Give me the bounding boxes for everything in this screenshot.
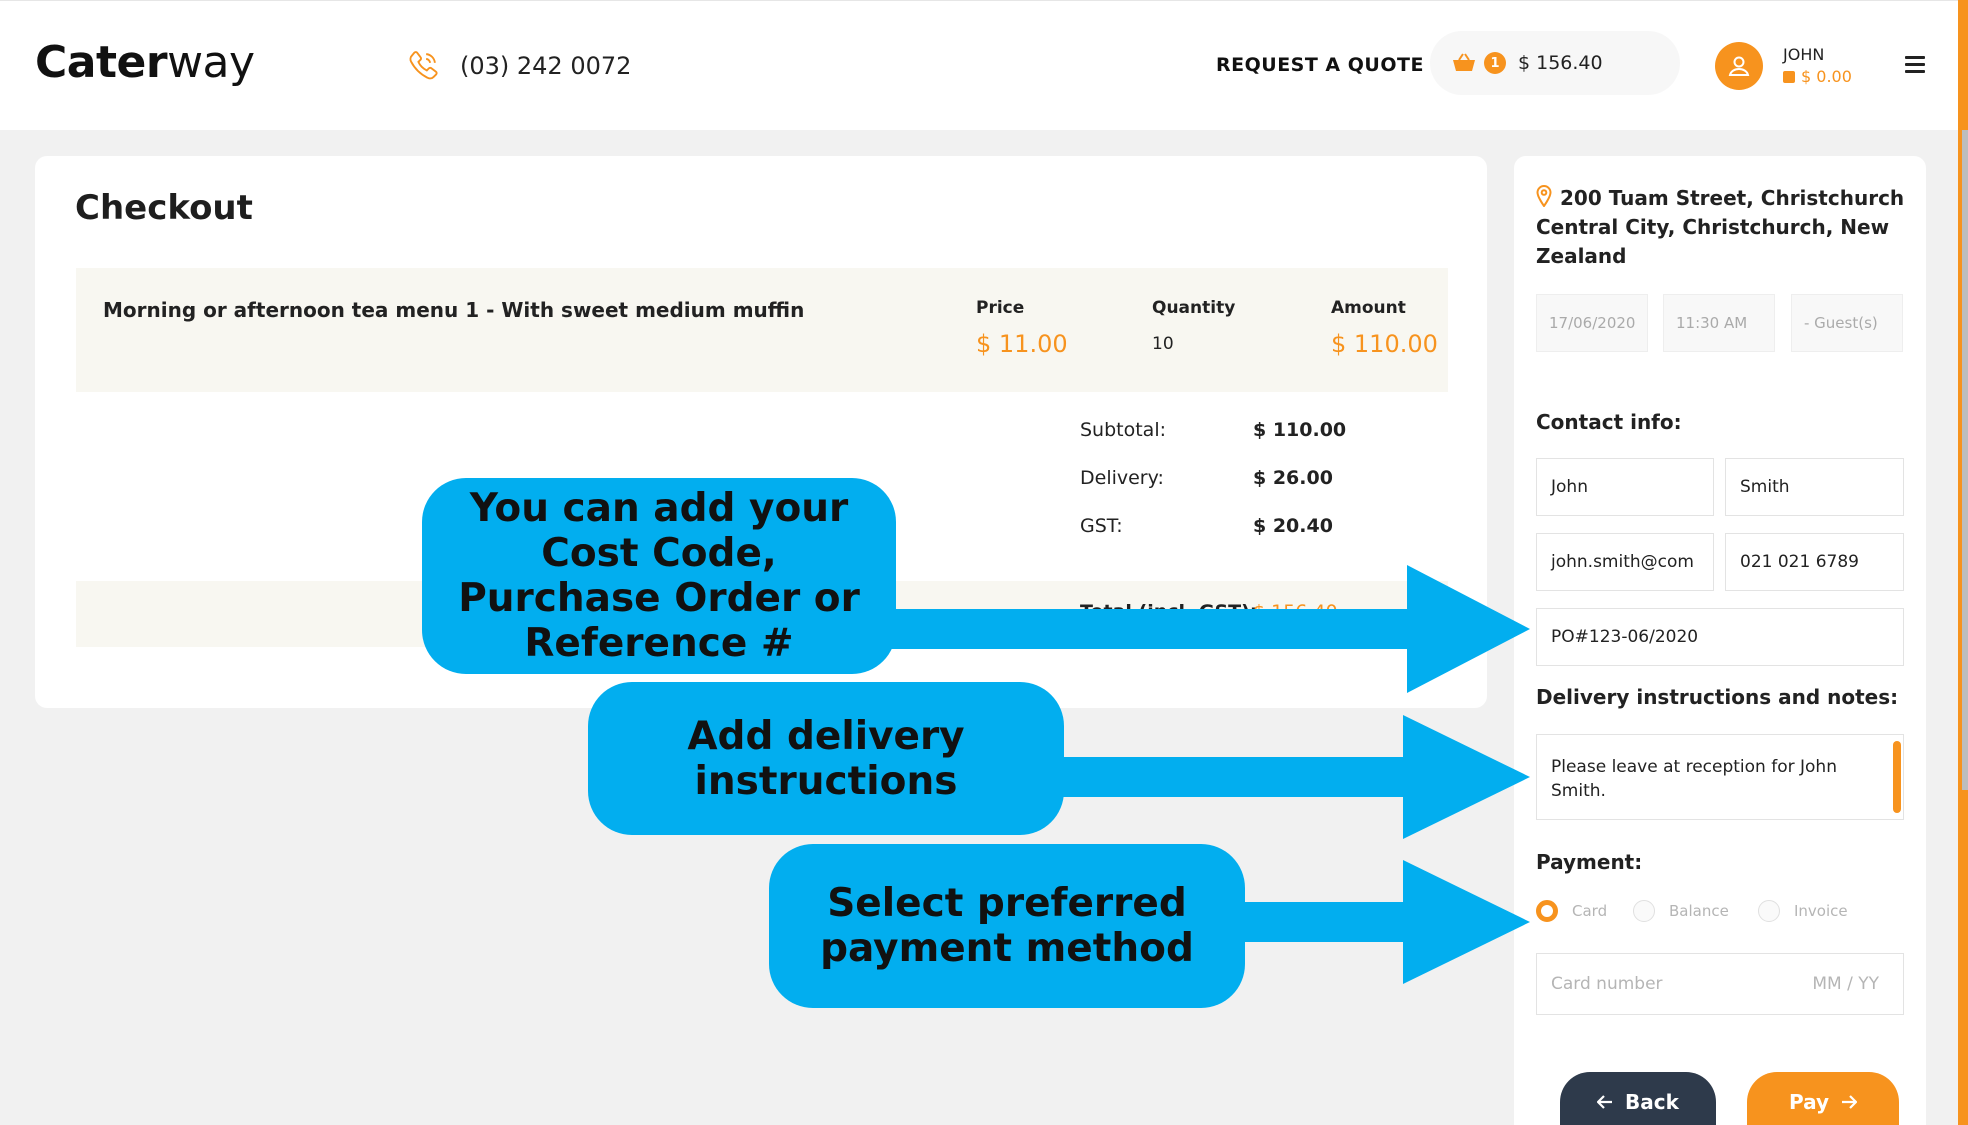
subtotal-label: Subtotal:	[1080, 419, 1167, 441]
payment-option-label: Invoice	[1794, 902, 1848, 920]
payment-title: Payment:	[1536, 850, 1643, 874]
callout-delivery: Add delivery instructions	[588, 682, 1064, 835]
price-label: Price	[976, 298, 1025, 318]
radio-selected-icon[interactable]	[1536, 900, 1558, 922]
callout-arrow-payment	[1230, 860, 1530, 984]
gst-value: $ 20.40	[1253, 515, 1333, 537]
callout-arrow-delivery	[1050, 715, 1530, 839]
back-button[interactable]: Back	[1560, 1072, 1716, 1125]
page-title: Checkout	[75, 188, 253, 228]
user-balance-value: $ 0.00	[1801, 67, 1852, 86]
card-number-placeholder: Card number	[1551, 974, 1663, 994]
back-button-label: Back	[1625, 1090, 1679, 1114]
delivery-notes-text: Please leave at reception for John Smith…	[1551, 757, 1837, 801]
request-quote-link[interactable]: REQUEST A QUOTE	[1216, 54, 1424, 76]
pay-button[interactable]: Pay	[1747, 1072, 1899, 1125]
caterway-logo[interactable]: Caterway	[35, 37, 255, 88]
payment-option-card[interactable]: Card	[1536, 900, 1607, 922]
item-name: Morning or afternoon tea menu 1 - With s…	[103, 298, 805, 322]
pay-button-label: Pay	[1788, 1090, 1830, 1114]
delivery-notes-title: Delivery instructions and notes:	[1536, 685, 1899, 709]
user-name[interactable]: JOHN	[1783, 45, 1824, 64]
item-amount: $ 110.00	[1331, 330, 1438, 358]
user-avatar[interactable]	[1715, 42, 1763, 90]
contact-info-title: Contact info:	[1536, 410, 1682, 434]
card-number-input[interactable]: Card number MM / YY	[1536, 953, 1904, 1015]
subtotal-value: $ 110.00	[1253, 419, 1347, 441]
location-pin-icon	[1536, 185, 1552, 207]
gst-label: GST:	[1080, 515, 1123, 537]
cart-count-badge: 1	[1484, 52, 1506, 74]
phone-contact[interactable]: (03) 242 0072	[404, 47, 631, 85]
item-quantity[interactable]: 10	[1152, 334, 1174, 354]
radio-icon[interactable]	[1758, 900, 1780, 922]
delivery-value: $ 26.00	[1253, 467, 1333, 489]
radio-icon[interactable]	[1633, 900, 1655, 922]
user-balance: $ 0.00	[1783, 67, 1852, 86]
hamburger-menu-icon[interactable]	[1905, 56, 1925, 77]
item-price: $ 11.00	[976, 330, 1068, 358]
expiry-input[interactable]: MM / YY	[1812, 974, 1879, 994]
user-icon	[1728, 56, 1750, 76]
arrow-right-icon	[1842, 1095, 1858, 1109]
payment-option-invoice[interactable]: Invoice	[1758, 900, 1848, 922]
payment-option-label: Card	[1572, 902, 1608, 920]
delivery-address: 200 Tuam Street, Christchurch Central Ci…	[1536, 184, 1916, 271]
order-item-row: Morning or afternoon tea menu 1 - With s…	[76, 268, 1448, 392]
phone-icon	[409, 51, 438, 80]
arrow-left-icon	[1597, 1095, 1613, 1109]
email-field[interactable]: john.smith@com	[1536, 533, 1714, 591]
delivery-notes-textarea[interactable]: Please leave at reception for John Smith…	[1536, 734, 1904, 820]
top-bar: Caterway (03) 242 0072 REQUEST A QUOTE 1…	[0, 0, 1968, 130]
basket-icon	[1453, 53, 1475, 71]
wallet-icon	[1783, 70, 1795, 83]
guests-field[interactable]: - Guest(s)	[1791, 294, 1903, 352]
time-field[interactable]: 11:30 AM	[1663, 294, 1775, 352]
callout-arrow-reference	[880, 565, 1530, 693]
callout-payment: Select preferred payment method	[769, 844, 1245, 1008]
scrollbar[interactable]	[1962, 130, 1968, 790]
delivery-label: Delivery:	[1080, 467, 1164, 489]
phone-number[interactable]: (03) 242 0072	[460, 52, 631, 80]
cart-total: $ 156.40	[1518, 52, 1603, 74]
callout-reference: You can add your Cost Code, Purchase Ord…	[422, 478, 896, 674]
first-name-field[interactable]: John	[1536, 458, 1714, 516]
payment-option-balance[interactable]: Balance	[1633, 900, 1729, 922]
payment-option-label: Balance	[1669, 902, 1729, 920]
phone-field[interactable]: 021 021 6789	[1725, 533, 1904, 591]
reference-field[interactable]: PO#123-06/2020	[1536, 608, 1904, 666]
amount-label: Amount	[1331, 298, 1406, 318]
address-text: 200 Tuam Street, Christchurch Central Ci…	[1536, 186, 1905, 268]
date-field[interactable]: 17/06/2020	[1536, 294, 1648, 352]
order-details-panel: 200 Tuam Street, Christchurch Central Ci…	[1514, 156, 1926, 1125]
quantity-label: Quantity	[1152, 298, 1236, 318]
cart-button[interactable]: 1 $ 156.40	[1430, 31, 1680, 95]
notes-scrollbar[interactable]	[1893, 741, 1901, 813]
last-name-field[interactable]: Smith	[1725, 458, 1904, 516]
